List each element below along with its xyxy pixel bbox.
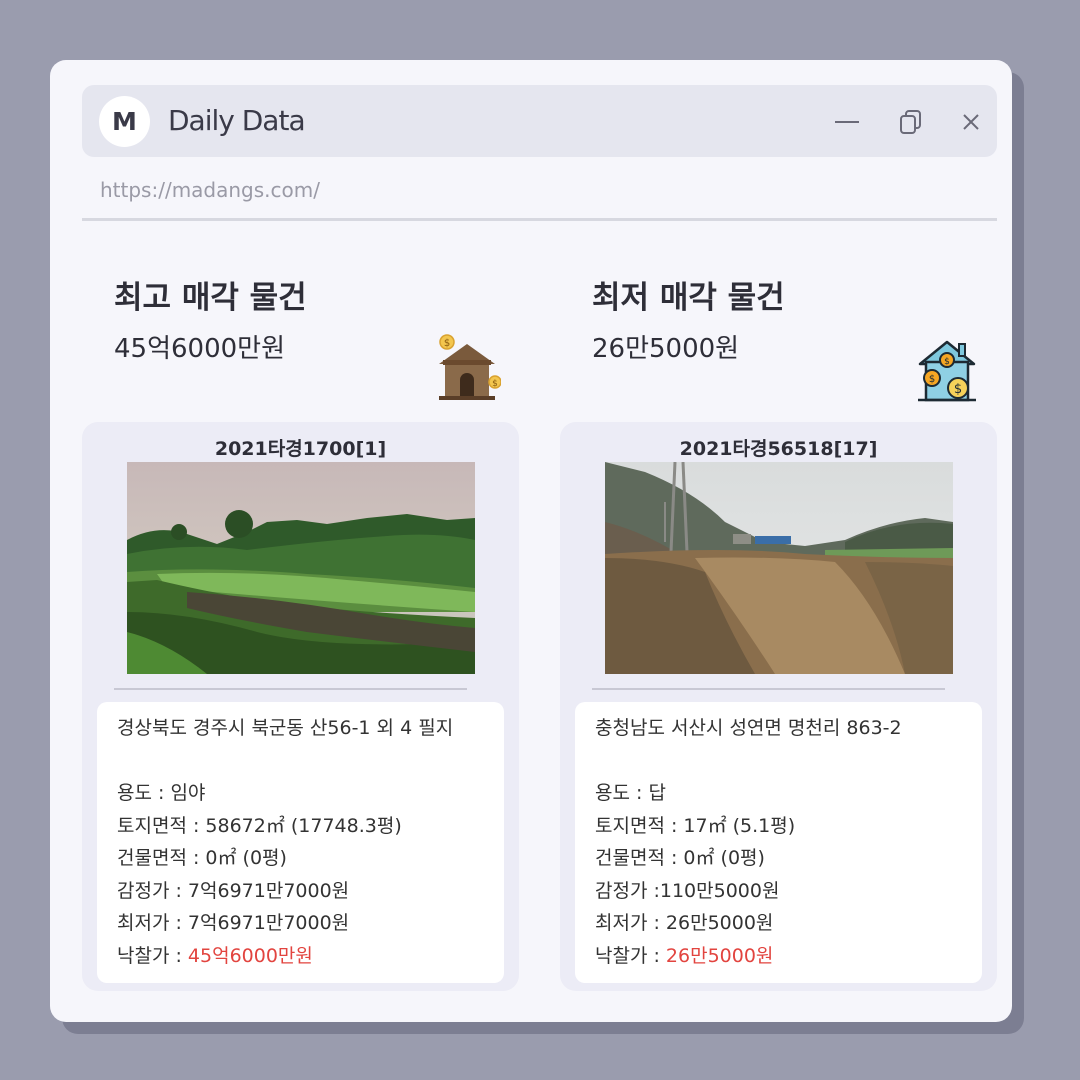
lowest-heading: 최저 매각 물건 bbox=[592, 280, 785, 316]
property-photo[interactable] bbox=[127, 462, 475, 674]
lowest-property-card[interactable]: 2021타경56518[17] 충청남도 서산시 성연면 명천리 863-2 용… bbox=[560, 422, 997, 991]
app-logo: M bbox=[99, 96, 150, 147]
address: 경상북도 경주시 북군동 산56-1 외 4 필지 bbox=[117, 717, 454, 739]
svg-text:$: $ bbox=[444, 338, 450, 349]
card-divider bbox=[592, 688, 945, 690]
minimum-price: 최저가 : 7억6971만7000원 bbox=[117, 912, 350, 934]
restore-button[interactable] bbox=[896, 107, 926, 137]
winning-bid-value: 45억6000만원 bbox=[187, 944, 313, 967]
highest-price: 45억6000만원 bbox=[114, 334, 286, 364]
close-button[interactable] bbox=[956, 107, 986, 137]
property-info: 충청남도 서산시 성연면 명천리 863-2 용도 : 답 토지면적 : 17㎡… bbox=[575, 702, 982, 983]
highest-heading: 최고 매각 물건 bbox=[114, 280, 307, 316]
minimize-icon bbox=[835, 121, 859, 123]
case-number: 2021타경56518[17] bbox=[679, 438, 878, 460]
land-use: 용도 : 답 bbox=[595, 782, 666, 804]
appraisal-price: 감정가 : 7억6971만7000원 bbox=[117, 879, 350, 902]
copy-icon bbox=[900, 110, 921, 134]
property-info: 경상북도 경주시 북군동 산56-1 외 4 필지 용도 : 임야 토지면적 :… bbox=[97, 702, 504, 983]
winning-bid-value: 26만5000원 bbox=[665, 944, 774, 967]
land-area: 토지면적 : 17㎡ (5.1평) bbox=[595, 814, 796, 837]
svg-text:$: $ bbox=[954, 382, 962, 397]
case-number: 2021타경1700[1] bbox=[214, 438, 387, 460]
lowest-price: 26만5000원 bbox=[592, 334, 740, 364]
svg-text:$: $ bbox=[944, 357, 950, 367]
winning-bid-row: 낙찰가 : 45억6000만원 bbox=[117, 940, 484, 973]
appraisal-price: 감정가 :110만5000원 bbox=[595, 879, 780, 902]
land-area: 토지면적 : 58672㎡ (17748.3평) bbox=[117, 814, 402, 837]
house-money-icon: $ $ bbox=[433, 334, 502, 402]
winning-bid-label: 낙찰가 : bbox=[595, 944, 666, 967]
svg-text:$: $ bbox=[492, 379, 498, 389]
property-photo[interactable] bbox=[605, 462, 953, 674]
app-window: M Daily Data https://madangs.com/ 최고 매각 … bbox=[50, 60, 1012, 1022]
minimum-price: 최저가 : 26만5000원 bbox=[595, 912, 774, 934]
building-area: 건물면적 : 0㎡ (0평) bbox=[595, 847, 765, 869]
close-icon bbox=[963, 114, 979, 130]
titlebar: M Daily Data bbox=[82, 85, 997, 157]
house-coins-icon: $ $ $ bbox=[916, 336, 984, 404]
land-use: 용도 : 임야 bbox=[117, 782, 206, 804]
svg-text:$: $ bbox=[929, 374, 935, 385]
highest-property-card[interactable]: 2021타경1700[1] 경상북도 경주시 북군동 산56-1 외 4 필지 … bbox=[82, 422, 519, 991]
address: 충청남도 서산시 성연면 명천리 863-2 bbox=[595, 717, 902, 739]
card-divider bbox=[114, 688, 467, 690]
building-area: 건물면적 : 0㎡ (0평) bbox=[117, 847, 287, 869]
url-divider bbox=[82, 218, 997, 221]
winning-bid-row: 낙찰가 : 26만5000원 bbox=[595, 940, 962, 973]
app-title: Daily Data bbox=[168, 104, 306, 137]
minimize-button[interactable] bbox=[832, 107, 862, 137]
url-text[interactable]: https://madangs.com/ bbox=[100, 178, 320, 202]
winning-bid-label: 낙찰가 : bbox=[117, 944, 188, 967]
